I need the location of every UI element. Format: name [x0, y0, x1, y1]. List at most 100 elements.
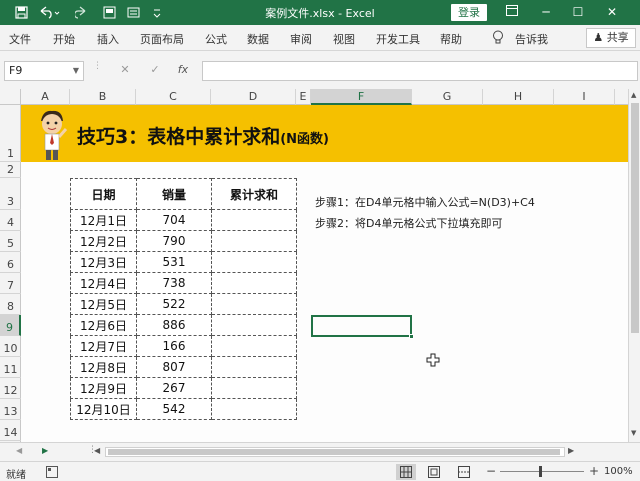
next-sheet-icon[interactable]: ▶ — [42, 446, 48, 455]
date-cell[interactable]: 12月7日 — [70, 335, 137, 357]
column-header[interactable]: D — [211, 89, 296, 105]
zoom-slider-thumb[interactable] — [539, 466, 542, 477]
tab-file[interactable]: 文件 — [9, 31, 31, 47]
step2-note[interactable]: 步骤2：将D4单元格公式下拉填充即可 — [315, 215, 502, 231]
tab-insert[interactable]: 插入 — [97, 31, 119, 47]
column-header[interactable]: I — [554, 89, 615, 105]
tab-review[interactable]: 审阅 — [290, 31, 312, 47]
fill-handle[interactable] — [409, 334, 414, 339]
row-header[interactable]: 10 — [0, 336, 21, 357]
sales-cell[interactable]: 267 — [136, 377, 212, 399]
row-header[interactable]: 12 — [0, 378, 21, 399]
drag-handle-icon[interactable]: ⋮ — [93, 62, 102, 78]
header-cumulative[interactable]: 累计求和 — [211, 178, 297, 210]
cumulative-cell[interactable] — [211, 293, 297, 315]
step1-note[interactable]: 步骤1：在D4单元格中输入公式=N(D3)+C4 — [315, 194, 535, 210]
prev-sheet-icon[interactable]: ◀ — [16, 446, 22, 455]
date-cell[interactable]: 12月3日 — [70, 251, 137, 273]
chevron-down-icon[interactable]: ▼ — [73, 62, 79, 80]
minimize-icon[interactable]: ─ — [534, 3, 558, 22]
column-header[interactable]: A — [21, 89, 70, 105]
undo-icon[interactable] — [36, 4, 62, 21]
save-icon[interactable] — [12, 4, 30, 21]
tab-page-layout[interactable]: 页面布局 — [140, 31, 184, 47]
insert-function-button[interactable]: fx — [173, 63, 193, 79]
enter-button[interactable]: ✓ — [145, 63, 165, 79]
normal-view-icon[interactable] — [396, 464, 416, 480]
row-header[interactable]: 2 — [0, 162, 21, 178]
page-layout-view-icon[interactable] — [428, 466, 440, 478]
worksheet-grid[interactable]: 技巧3：表格中累计求和(N函数) 日期 销量 累计求和 12月1日 704 12月… — [21, 105, 628, 442]
scroll-right-icon[interactable]: ▶ — [568, 446, 574, 455]
row-header[interactable]: 11 — [0, 357, 21, 378]
date-cell[interactable]: 12月10日 — [70, 398, 137, 420]
macro-record-icon[interactable] — [46, 466, 58, 478]
cumulative-cell[interactable] — [211, 398, 297, 420]
tab-home[interactable]: 开始 — [53, 31, 75, 47]
cumulative-cell[interactable] — [211, 251, 297, 273]
selected-cell[interactable] — [311, 315, 414, 339]
maximize-icon[interactable]: ☐ — [566, 3, 590, 22]
redo-icon[interactable] — [72, 4, 90, 21]
row-header[interactable]: 5 — [0, 231, 21, 252]
vertical-scrollbar[interactable]: ▲ ▼ — [628, 89, 640, 442]
row-header[interactable]: 13 — [0, 399, 21, 420]
row-header[interactable]: 4 — [0, 210, 21, 231]
column-header-selected[interactable]: F — [311, 89, 412, 105]
row-header[interactable]: 1 — [0, 105, 21, 162]
cumulative-cell[interactable] — [211, 377, 297, 399]
zoom-level[interactable]: 100% — [604, 466, 633, 477]
date-cell[interactable]: 12月4日 — [70, 272, 137, 294]
tell-me-search[interactable]: 告诉我 — [515, 31, 548, 47]
date-cell[interactable]: 12月9日 — [70, 377, 137, 399]
ribbon-display-icon[interactable] — [500, 3, 524, 22]
cumulative-cell[interactable] — [211, 335, 297, 357]
header-date[interactable]: 日期 — [70, 178, 137, 210]
sales-cell[interactable]: 542 — [136, 398, 212, 420]
row-header[interactable]: 6 — [0, 252, 21, 273]
zoom-out-icon[interactable]: − — [486, 464, 496, 478]
column-header[interactable]: H — [483, 89, 554, 105]
row-header[interactable]: 7 — [0, 273, 21, 294]
column-header[interactable]: C — [136, 89, 211, 105]
tab-help[interactable]: 帮助 — [440, 31, 462, 47]
tab-developer[interactable]: 开发工具 — [376, 31, 420, 47]
tab-formulas[interactable]: 公式 — [205, 31, 227, 47]
cumulative-cell[interactable] — [211, 230, 297, 252]
cumulative-cell[interactable] — [211, 356, 297, 378]
row-header[interactable]: 3 — [0, 178, 21, 210]
sales-cell[interactable]: 522 — [136, 293, 212, 315]
scroll-left-icon[interactable]: ◀ — [94, 446, 100, 455]
select-all-corner[interactable] — [0, 89, 21, 105]
sales-cell[interactable]: 704 — [136, 209, 212, 231]
zoom-in-icon[interactable]: + — [589, 464, 599, 478]
customize-toolbar-icon[interactable] — [148, 4, 166, 21]
column-header[interactable]: G — [412, 89, 483, 105]
form-icon[interactable] — [100, 4, 118, 21]
sales-cell[interactable]: 738 — [136, 272, 212, 294]
sales-cell[interactable]: 886 — [136, 314, 212, 336]
login-button[interactable]: 登录 — [451, 4, 487, 21]
row-header-selected[interactable]: 9 — [0, 315, 21, 336]
tab-view[interactable]: 视图 — [333, 31, 355, 47]
cumulative-cell[interactable] — [211, 272, 297, 294]
formula-input[interactable] — [202, 61, 638, 81]
header-sales[interactable]: 销量 — [136, 178, 212, 210]
sales-cell[interactable]: 166 — [136, 335, 212, 357]
date-cell[interactable]: 12月8日 — [70, 356, 137, 378]
preview-icon[interactable] — [124, 4, 142, 21]
cumulative-cell[interactable] — [211, 209, 297, 231]
date-cell[interactable]: 12月5日 — [70, 293, 137, 315]
sales-cell[interactable]: 531 — [136, 251, 212, 273]
date-cell[interactable]: 12月1日 — [70, 209, 137, 231]
date-cell[interactable]: 12月6日 — [70, 314, 137, 336]
column-header[interactable]: E — [296, 89, 311, 105]
scrollbar-thumb[interactable] — [631, 103, 639, 333]
sales-cell[interactable]: 790 — [136, 230, 212, 252]
page-break-view-icon[interactable] — [458, 466, 470, 478]
scroll-down-icon[interactable]: ▼ — [631, 429, 636, 437]
name-box[interactable]: F9 ▼ — [4, 61, 84, 81]
share-button[interactable]: ♟ 共享 — [586, 28, 636, 48]
scroll-up-icon[interactable]: ▲ — [631, 91, 636, 99]
cumulative-cell[interactable] — [211, 314, 297, 336]
